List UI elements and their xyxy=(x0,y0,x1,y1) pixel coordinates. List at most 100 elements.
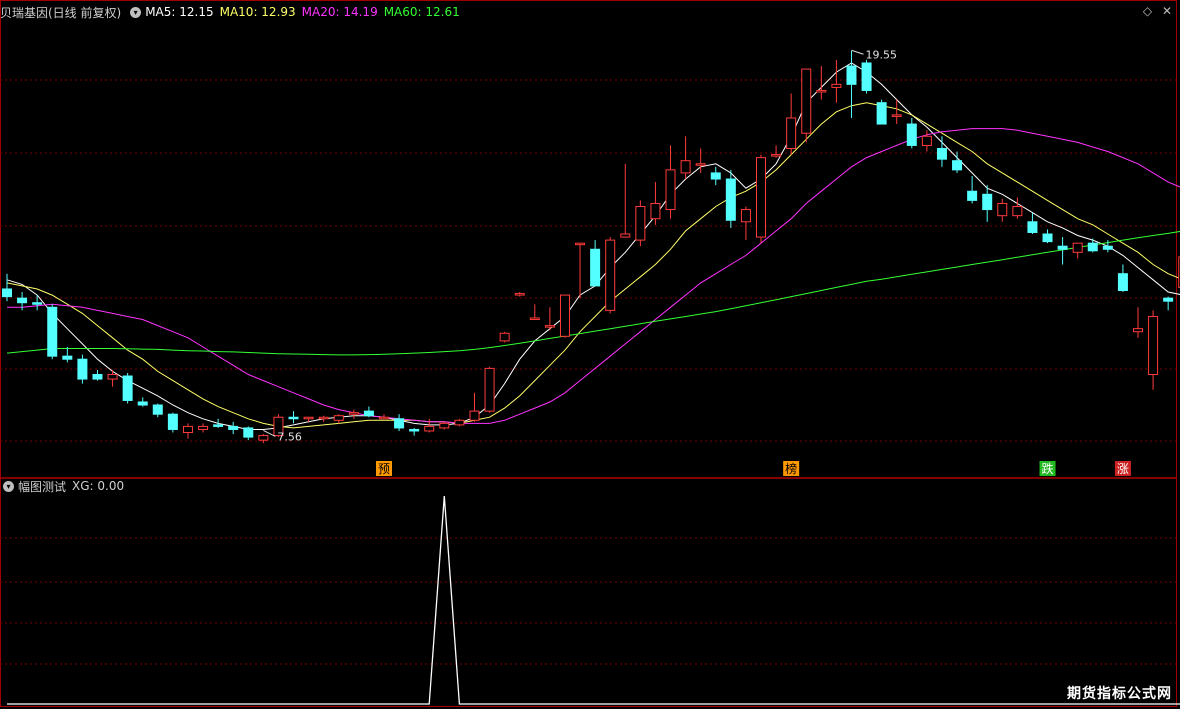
candle-body xyxy=(258,435,269,441)
grid xyxy=(0,0,1177,707)
diamond-icon[interactable]: ◇ xyxy=(1143,4,1152,18)
moving-averages xyxy=(6,62,1180,430)
candle-body xyxy=(1102,245,1113,250)
candle-body xyxy=(680,160,691,174)
candle-body xyxy=(1133,328,1143,333)
candle xyxy=(740,206,751,241)
candle-body xyxy=(620,233,631,238)
candle-body xyxy=(952,160,963,171)
candle-body xyxy=(152,404,163,415)
candle xyxy=(2,273,12,302)
dropdown-icon[interactable]: ▾ xyxy=(3,480,14,492)
candle-body xyxy=(756,157,766,238)
candle-body xyxy=(529,317,540,320)
candle-body xyxy=(213,424,224,427)
candle xyxy=(635,200,646,247)
candle-body xyxy=(801,68,812,134)
candle-body xyxy=(92,373,103,380)
candle-body xyxy=(544,325,555,328)
candle-body xyxy=(394,418,405,429)
candle-body xyxy=(1148,315,1159,375)
candle-body xyxy=(484,367,495,412)
xg-line xyxy=(7,495,1180,705)
candle-body xyxy=(861,62,872,91)
candle-body xyxy=(167,413,178,430)
candle xyxy=(333,414,344,424)
candle xyxy=(107,369,118,387)
candle-body xyxy=(137,401,148,406)
low-price-label: 7.56 xyxy=(277,430,302,443)
candle xyxy=(288,411,299,424)
candle xyxy=(1027,212,1038,234)
signal-marker-label: 跌 xyxy=(1042,461,1054,476)
signal-marker: 榜 xyxy=(783,461,800,476)
candle xyxy=(137,397,148,407)
candle-body xyxy=(1163,297,1174,302)
candle-body xyxy=(318,416,329,420)
candle xyxy=(846,50,857,118)
candle xyxy=(182,423,193,439)
indicator-title: 幅图测试 xyxy=(18,479,67,494)
candle-body xyxy=(77,358,88,380)
candle xyxy=(32,295,43,311)
candle xyxy=(409,427,420,436)
candle xyxy=(620,163,631,238)
signal-marker: 跌 xyxy=(1039,461,1056,476)
candle-body xyxy=(590,248,601,287)
candle xyxy=(1133,307,1143,338)
candle-body xyxy=(454,419,465,426)
xg-value: XG: 0.00 xyxy=(72,479,125,493)
candle xyxy=(167,412,178,433)
candle xyxy=(967,175,978,204)
candle xyxy=(1117,264,1128,293)
candle-body xyxy=(288,416,299,420)
candle-body xyxy=(605,239,616,311)
candle xyxy=(394,414,405,431)
candle xyxy=(363,406,374,418)
dropdown-icon[interactable]: ▾ xyxy=(130,6,142,18)
candle xyxy=(92,369,103,381)
candle xyxy=(318,415,329,422)
sub-chart-header: ▾ 幅图测试 XG: 0.00 xyxy=(0,475,130,497)
ma20-label: MA20: 14.19 xyxy=(301,5,378,19)
candle-body xyxy=(982,193,993,211)
candle-body xyxy=(906,123,917,146)
candle xyxy=(590,240,601,287)
candle xyxy=(258,434,269,444)
candle xyxy=(454,418,465,427)
candle xyxy=(122,372,133,404)
candle-body xyxy=(725,178,736,221)
watermark: 期货指标公式网 xyxy=(1067,686,1172,702)
candle-body xyxy=(32,302,43,305)
candle-body xyxy=(771,154,782,157)
main-chart-header: 贝瑞基因(日线 前复权) ▾ MA5: 12.15 MA10: 12.93 MA… xyxy=(0,1,466,23)
kline-chart[interactable]: 19.55 7.56 预 榜 跌 涨 xyxy=(0,0,1180,709)
candle-body xyxy=(1042,233,1053,243)
candle-body xyxy=(876,102,887,125)
candle-body xyxy=(107,373,118,380)
candle-body xyxy=(348,412,359,415)
candle-body xyxy=(409,428,420,432)
sub-chart xyxy=(7,495,1180,705)
candle xyxy=(1012,197,1023,219)
candle-body xyxy=(499,332,510,342)
candle-body xyxy=(1027,221,1038,233)
ma60-label: MA60: 12.61 xyxy=(383,5,460,19)
candle xyxy=(605,237,616,314)
candle xyxy=(152,403,163,418)
candle xyxy=(47,304,58,360)
candle xyxy=(348,409,359,419)
candle xyxy=(816,66,827,100)
candle xyxy=(529,304,540,320)
candle-body xyxy=(363,410,374,417)
candle-body xyxy=(1072,242,1083,253)
ma5-label: MA5: 12.15 xyxy=(145,5,214,19)
annotation-arrow xyxy=(851,49,864,55)
signal-marker: 预 xyxy=(376,461,392,476)
signal-marker-label: 涨 xyxy=(1117,461,1129,476)
ma10-label: MA10: 12.93 xyxy=(219,5,296,19)
candle-body xyxy=(514,293,525,296)
close-icon[interactable]: ✕ xyxy=(1162,4,1172,18)
candle-body xyxy=(424,425,435,432)
candle-body xyxy=(62,355,73,360)
